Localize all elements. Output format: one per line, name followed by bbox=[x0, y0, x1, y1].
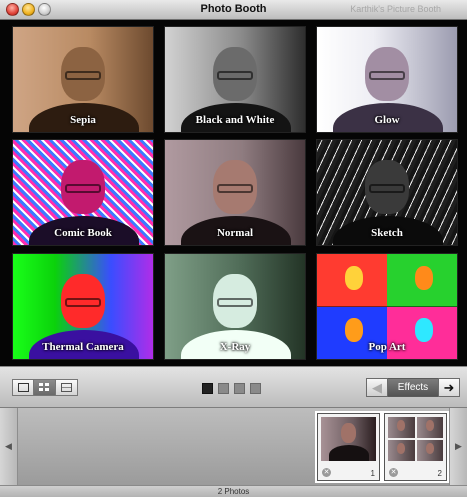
glasses-shape bbox=[217, 184, 253, 193]
strip-view-icon bbox=[61, 383, 72, 392]
glasses-shape bbox=[65, 298, 101, 307]
effect-label: Sepia bbox=[70, 114, 96, 126]
effects-button[interactable]: Effects bbox=[388, 378, 438, 397]
pop-art-face bbox=[345, 318, 363, 342]
effect-label: Pop Art bbox=[368, 341, 406, 353]
four-up-frame bbox=[416, 440, 443, 461]
effect-sketch[interactable]: Sketch bbox=[316, 139, 458, 246]
title-bar: Photo Booth Karthik's Picture Booth bbox=[0, 0, 467, 20]
tray-scroll-right-button[interactable]: ▶ bbox=[449, 408, 467, 485]
effects-navigator: ◀ Effects ➜ bbox=[366, 378, 460, 397]
photo-number: 2 bbox=[437, 469, 442, 478]
effect-label: X-Ray bbox=[219, 341, 251, 353]
glasses-shape bbox=[217, 298, 253, 307]
glasses-shape bbox=[369, 184, 405, 193]
photo-tray: ◀ ✕ 1 ✕ 2 ▶ bbox=[0, 408, 467, 485]
effect-label: Black and White bbox=[195, 114, 275, 126]
glasses-shape bbox=[217, 71, 253, 80]
face-preview bbox=[341, 423, 356, 443]
effect-label: Sketch bbox=[371, 227, 403, 239]
pop-art-face bbox=[345, 266, 363, 290]
glasses-shape bbox=[369, 71, 405, 80]
tray-scroll-left-button[interactable]: ◀ bbox=[0, 408, 18, 485]
photo-thumbnail[interactable]: ✕ 2 bbox=[384, 413, 447, 481]
chevron-left-icon: ◀ bbox=[5, 441, 12, 451]
arrow-right-icon: ➜ bbox=[443, 379, 455, 395]
effect-thermal-camera[interactable]: Thermal Camera bbox=[12, 253, 154, 360]
page-dot-3[interactable] bbox=[234, 383, 245, 394]
control-bar: ◀ Effects ➜ bbox=[0, 366, 467, 408]
effect-label: Glow bbox=[374, 114, 400, 126]
glasses-shape bbox=[65, 71, 101, 80]
arrow-left-icon: ◀ bbox=[372, 379, 382, 395]
effect-black-and-white[interactable]: Black and White bbox=[164, 26, 306, 133]
effects-page-indicator bbox=[202, 383, 261, 394]
effect-x-ray[interactable]: X-Ray bbox=[164, 253, 306, 360]
page-dot-4[interactable] bbox=[250, 383, 261, 394]
effect-label: Comic Book bbox=[54, 227, 112, 239]
photo-thumbnail[interactable]: ✕ 1 bbox=[317, 413, 380, 481]
effect-glow[interactable]: Glow bbox=[316, 26, 458, 133]
glasses-shape bbox=[65, 184, 101, 193]
pop-art-face bbox=[415, 266, 433, 290]
four-up-frame bbox=[416, 417, 443, 438]
effect-label: Normal bbox=[216, 227, 254, 239]
status-bar: 2 Photos bbox=[0, 485, 467, 497]
single-view-icon bbox=[17, 383, 29, 392]
effect-comic-book[interactable]: Comic Book bbox=[12, 139, 154, 246]
effect-sepia[interactable]: Sepia bbox=[12, 26, 154, 133]
grid-view-button[interactable] bbox=[34, 379, 56, 396]
effect-pop-art[interactable]: Pop Art bbox=[316, 253, 458, 360]
page-dot-2[interactable] bbox=[218, 383, 229, 394]
window-subtitle: Karthik's Picture Booth bbox=[350, 4, 441, 14]
chevron-right-icon: ▶ bbox=[455, 441, 462, 451]
pop-art-face bbox=[415, 318, 433, 342]
page-dot-1[interactable] bbox=[202, 383, 213, 394]
shoulders-shape bbox=[329, 445, 369, 461]
photo-image bbox=[321, 417, 376, 461]
next-effects-button[interactable]: ➜ bbox=[438, 378, 460, 397]
four-up-frame bbox=[388, 440, 415, 461]
delete-photo-icon[interactable]: ✕ bbox=[389, 468, 398, 477]
photo-image-four-up bbox=[388, 417, 443, 461]
grid-view-icon bbox=[39, 383, 50, 392]
single-view-button[interactable] bbox=[12, 379, 34, 396]
previous-effects-button[interactable]: ◀ bbox=[366, 378, 388, 397]
photo-number: 1 bbox=[370, 469, 375, 478]
strip-view-button[interactable] bbox=[56, 379, 78, 396]
effect-label: Thermal Camera bbox=[42, 341, 124, 353]
effects-preview-grid: Sepia Black and White Glow Comic Book No… bbox=[0, 20, 467, 366]
four-up-frame bbox=[388, 417, 415, 438]
delete-photo-icon[interactable]: ✕ bbox=[322, 468, 331, 477]
view-mode-selector bbox=[12, 379, 78, 396]
effect-normal[interactable]: Normal bbox=[164, 139, 306, 246]
